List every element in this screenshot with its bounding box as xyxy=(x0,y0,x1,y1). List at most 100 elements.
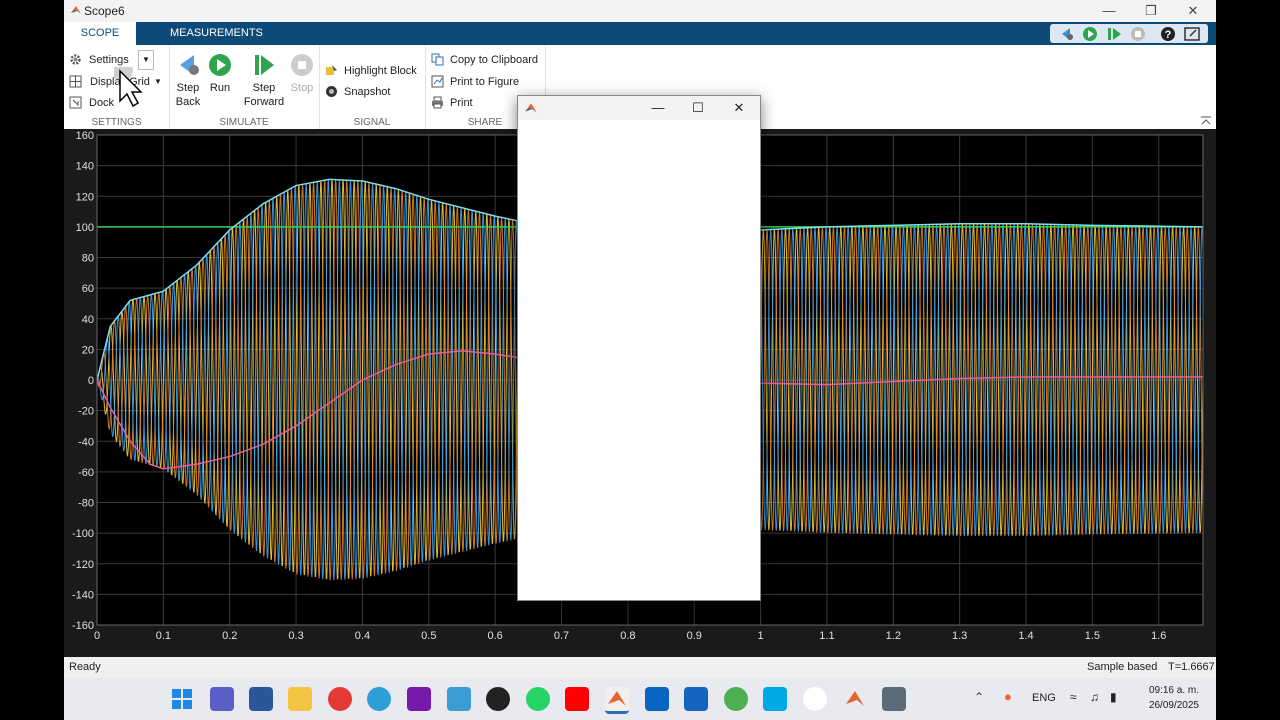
grid-icon xyxy=(69,75,82,88)
status-text: Ready xyxy=(69,661,101,673)
simulate-group-label: SIMULATE xyxy=(219,117,269,128)
y-tick-label: -40 xyxy=(78,436,94,448)
x-tick-label: 1.4 xyxy=(1018,630,1033,642)
x-tick-label: 0.3 xyxy=(288,630,303,642)
close-icon[interactable]: ✕ xyxy=(1178,2,1208,20)
onenote-icon[interactable] xyxy=(407,687,431,711)
tab-scope[interactable]: SCOPE xyxy=(64,22,136,45)
y-tick-label: -80 xyxy=(78,498,94,510)
copy-to-clipboard-button[interactable]: Copy to Clipboard xyxy=(450,54,538,66)
x-tick-label: 0.4 xyxy=(355,630,370,642)
youtube-icon[interactable] xyxy=(565,687,589,711)
print-to-figure-icon xyxy=(431,75,444,88)
title-bar: Scope6 — ❐ ✕ xyxy=(64,0,1216,22)
settings-group-label: SETTINGS xyxy=(91,117,142,128)
settings-button[interactable]: Settings xyxy=(89,54,129,66)
print-button[interactable]: Print xyxy=(450,97,473,109)
signal-group: Highlight Block Snapshot SIGNAL xyxy=(319,45,426,129)
empty-figure-window[interactable]: — ☐ ✕ xyxy=(517,95,761,601)
media-player-icon[interactable] xyxy=(328,687,352,711)
y-tick-label: -60 xyxy=(78,467,94,479)
kicad-icon[interactable] xyxy=(684,687,708,711)
step-forward-label-2: Forward xyxy=(243,96,285,108)
print-to-figure-button[interactable]: Print to Figure xyxy=(450,76,519,88)
step-back-button[interactable]: Step Back xyxy=(173,53,203,109)
display-grid-dropdown-icon[interactable]: ▼ xyxy=(154,77,162,86)
run-button[interactable]: Run xyxy=(205,53,235,95)
clipboard-icon xyxy=(431,53,444,66)
y-tick-label: 20 xyxy=(82,344,94,356)
stop-icon[interactable] xyxy=(1128,25,1148,43)
status-bar: Ready Sample based T=1.6667 xyxy=(64,657,1216,678)
language-indicator[interactable]: ENG xyxy=(1032,692,1056,704)
y-tick-label: -140 xyxy=(72,589,94,601)
app-icon-2[interactable] xyxy=(882,687,906,711)
tray-chevron-icon[interactable]: ⌃ xyxy=(974,690,984,704)
x-tick-label: 1.6 xyxy=(1151,630,1166,642)
printer-icon xyxy=(432,96,443,109)
prime-video-icon[interactable] xyxy=(763,687,787,711)
y-tick-label: -20 xyxy=(78,406,94,418)
step-back-icon xyxy=(180,55,199,75)
mouse-cursor-icon xyxy=(114,67,143,107)
dock-button[interactable]: Dock xyxy=(89,97,114,109)
x-tick-label: 0.8 xyxy=(620,630,635,642)
step-forward-button[interactable]: Step Forward xyxy=(239,53,289,109)
stop-button[interactable]: Stop xyxy=(287,53,317,95)
collapse-ribbon-icon[interactable] xyxy=(1200,116,1212,126)
snapshot-button[interactable]: Snapshot xyxy=(344,86,390,98)
quick-access-toolbar: ? xyxy=(1050,24,1208,43)
run-label: Run xyxy=(209,82,231,94)
help-icon[interactable]: ? xyxy=(1158,25,1178,43)
chatgpt-icon[interactable] xyxy=(486,687,510,711)
x-tick-label: 0.1 xyxy=(156,630,171,642)
y-tick-label: 120 xyxy=(76,191,94,203)
step-forward-icon xyxy=(255,55,274,75)
x-tick-label: 1.2 xyxy=(886,630,901,642)
signal-group-label: SIGNAL xyxy=(353,117,391,128)
y-tick-labels: 160 140 120 100 80 60 40 20 0 -20 -40 -60 -80 -100 -12… xyxy=(72,130,94,632)
chrome-icon[interactable] xyxy=(724,687,748,711)
whatsapp-icon[interactable] xyxy=(526,687,550,711)
app-icon[interactable] xyxy=(447,687,471,711)
x-tick-label: 0.2 xyxy=(222,630,237,642)
highlight-block-button[interactable]: Highlight Block xyxy=(344,65,417,77)
x-tick-label: 1.3 xyxy=(952,630,967,642)
x-tick-label: 0 xyxy=(94,630,100,642)
y-tick-label: -120 xyxy=(72,559,94,571)
x-tick-label: 0.9 xyxy=(687,630,702,642)
sample-mode: Sample based xyxy=(1087,661,1158,673)
wifi-icon[interactable]: ≈ xyxy=(1070,690,1077,704)
file-explorer-icon[interactable] xyxy=(288,687,312,711)
maps-icon[interactable] xyxy=(803,687,827,711)
microphone-icon[interactable]: ● xyxy=(1004,689,1012,704)
edge-icon[interactable] xyxy=(367,687,391,711)
popup-title-bar: — ☐ ✕ xyxy=(518,96,760,120)
step-back-icon[interactable] xyxy=(1056,25,1076,43)
run-icon[interactable] xyxy=(1080,25,1100,43)
ribbon-tab-bar: SCOPE MEASUREMENTS ? xyxy=(64,22,1216,45)
step-back-label-2: Back xyxy=(175,96,201,108)
popup-maximize-icon[interactable]: ☐ xyxy=(683,99,713,117)
battery-icon[interactable]: ▮ xyxy=(1110,690,1117,704)
clock-time[interactable]: 09:16 a. m. xyxy=(1149,685,1199,696)
matlab-taskbar-icon[interactable] xyxy=(605,687,629,714)
restore-icon[interactable]: ❐ xyxy=(1136,2,1166,20)
step-forward-icon[interactable] xyxy=(1104,25,1124,43)
undock-icon[interactable] xyxy=(1182,25,1202,43)
tab-measurements[interactable]: MEASUREMENTS xyxy=(160,22,273,45)
minimize-icon[interactable]: — xyxy=(1094,2,1124,20)
x-tick-label: 0.6 xyxy=(488,630,503,642)
popup-minimize-icon[interactable]: — xyxy=(643,99,673,117)
teams-icon[interactable] xyxy=(210,687,234,711)
run-icon xyxy=(209,54,231,76)
outlook-icon[interactable] xyxy=(645,687,669,711)
simulate-group: Step Back Run Step Forward Stop SIMULATE xyxy=(169,45,320,129)
clock-date[interactable]: 26/09/2025 xyxy=(1149,700,1199,711)
popup-close-icon[interactable]: ✕ xyxy=(724,99,754,117)
step-back-label: Step xyxy=(176,82,200,94)
volume-icon[interactable]: ♫ xyxy=(1090,690,1099,704)
word-icon[interactable] xyxy=(249,687,273,711)
matlab-icon[interactable] xyxy=(843,687,867,711)
windows-start-icon[interactable] xyxy=(170,687,194,711)
